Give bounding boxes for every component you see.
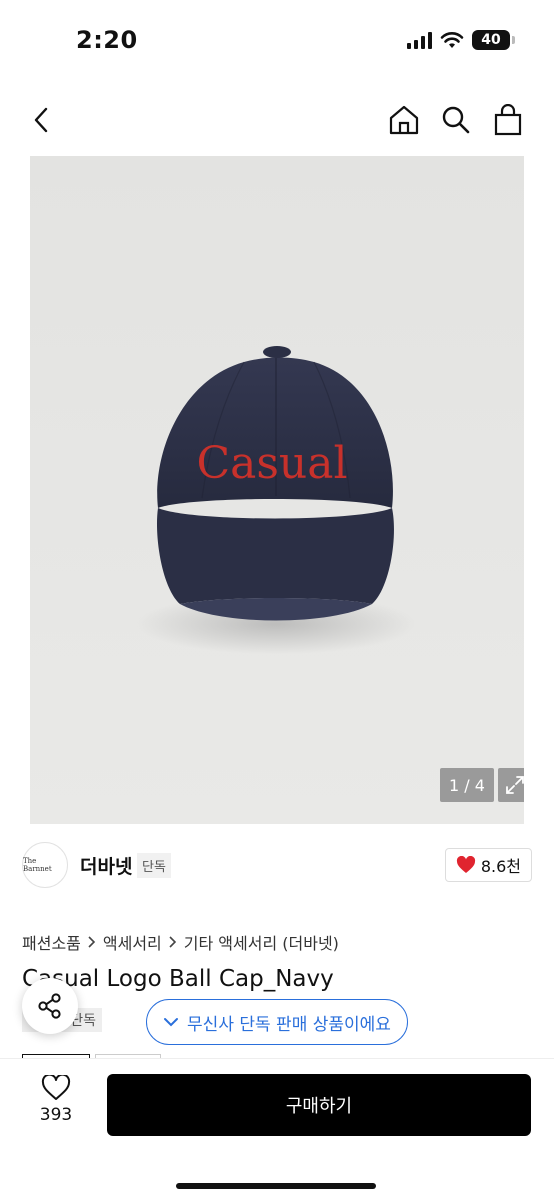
heart-outline-icon xyxy=(41,1075,71,1100)
wishlist-count: 393 xyxy=(39,1105,73,1125)
expand-icon xyxy=(506,776,524,794)
brand-row: The Barnnet 더바넷 단독 8.6천 xyxy=(0,840,554,890)
search-button[interactable] xyxy=(436,100,476,140)
brand-name[interactable]: 더바넷 xyxy=(80,852,132,879)
brand-like-count: 8.6천 xyxy=(480,857,521,876)
share-button[interactable] xyxy=(22,978,78,1034)
wifi-icon xyxy=(440,32,464,48)
status-icons: 40 xyxy=(407,30,515,50)
breadcrumb-item[interactable]: 액세서리 xyxy=(103,930,162,954)
nav-bar xyxy=(0,96,554,146)
brand-exclusive-tag: 단독 xyxy=(137,853,171,878)
buy-button-label: 구매하기 xyxy=(285,1096,353,1117)
battery-icon: 40 xyxy=(472,30,515,50)
product-image: Casual xyxy=(136,346,416,654)
shopping-bag-icon xyxy=(494,104,522,136)
image-counter: 1 / 4 xyxy=(440,768,494,802)
battery-level: 40 xyxy=(481,32,501,48)
heart-filled-icon xyxy=(456,856,475,873)
chevron-down-icon xyxy=(164,1018,179,1027)
home-indicator xyxy=(176,1183,376,1189)
share-icon xyxy=(38,993,61,1019)
product-image-gallery[interactable]: Casual 1 / 4 xyxy=(30,156,524,824)
expand-image-button[interactable] xyxy=(498,768,524,802)
nav-actions xyxy=(384,100,528,140)
chevron-right-icon xyxy=(169,936,176,948)
back-icon xyxy=(34,107,48,133)
bottom-purchase-bar: 393 구매하기 xyxy=(0,1058,554,1200)
status-time: 2:20 xyxy=(76,26,138,54)
home-button[interactable] xyxy=(384,100,424,140)
exclusive-sale-notice[interactable]: 무신사 단독 판매 상품이에요 xyxy=(146,999,408,1045)
search-icon xyxy=(442,106,470,134)
brand-logo-text: The Barnnet xyxy=(23,857,52,873)
brand-like-button[interactable]: 8.6천 xyxy=(444,848,532,882)
breadcrumb-item[interactable]: 패션소품 xyxy=(22,930,81,954)
cap-logo-text: Casual xyxy=(196,438,347,489)
breadcrumb-item[interactable]: 기타 액세서리 (더바넷) xyxy=(184,930,339,954)
exclusive-sale-notice-text: 무신사 단독 판매 상품이에요 xyxy=(187,1014,391,1035)
brand-logo[interactable]: The Barnnet xyxy=(22,842,68,888)
breadcrumb: 패션소품 액세서리 기타 액세서리 (더바넷) xyxy=(22,930,339,954)
cart-button[interactable] xyxy=(488,100,528,140)
chevron-right-icon xyxy=(88,936,96,948)
status-bar: 2:20 40 xyxy=(0,0,554,80)
back-button[interactable] xyxy=(22,100,62,140)
buy-button[interactable]: 구매하기 xyxy=(107,1074,531,1136)
home-icon xyxy=(389,105,419,135)
cellular-signal-icon xyxy=(407,31,432,49)
wishlist-button[interactable]: 393 xyxy=(28,1075,84,1135)
